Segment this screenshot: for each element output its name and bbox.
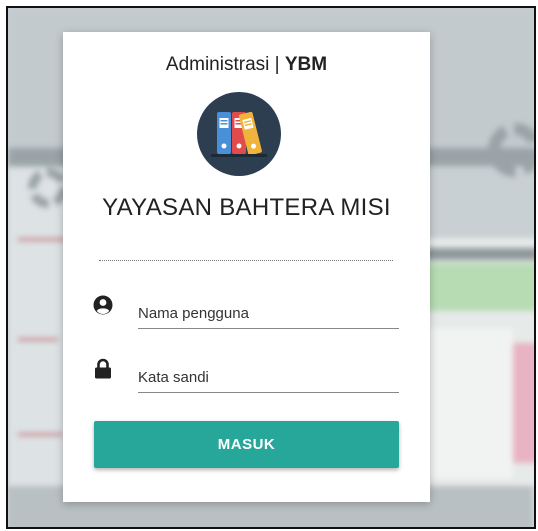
username-input[interactable] [138,298,399,329]
binders-icon [197,92,281,176]
login-card: Administrasi | YBM YAYASAN BAHTERA MISI … [63,32,430,502]
user-circle-icon [93,295,113,315]
login-button[interactable]: MASUK [94,421,399,468]
password-input[interactable] [138,362,399,393]
lock-icon [95,358,111,379]
page-title: Administrasi | YBM [63,54,430,76]
gear-icon [488,123,534,177]
gear-icon [28,168,68,208]
organization-name: YAYASAN BAHTERA MISI [102,194,391,221]
screenshot-frame: Administrasi | YBM YAYASAN BAHTERA MISI … [6,6,536,529]
title-prefix: Administrasi | [165,54,285,75]
divider [99,260,393,261]
title-brand: YBM [284,54,328,75]
